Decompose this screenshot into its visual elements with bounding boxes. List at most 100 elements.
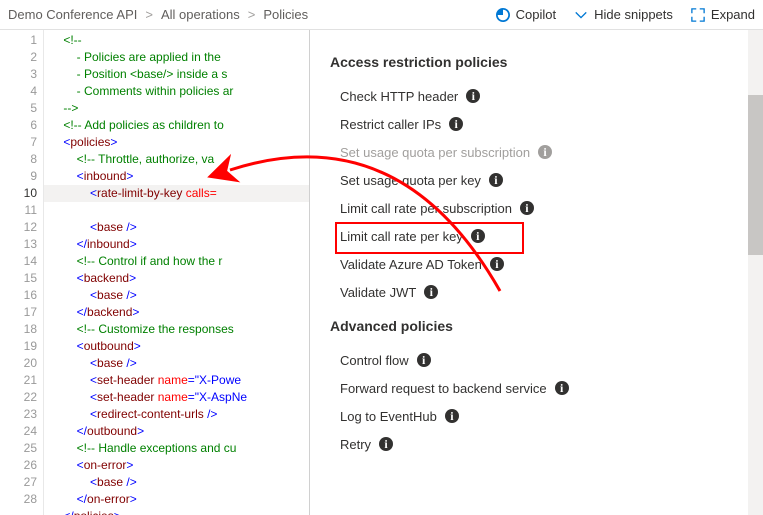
code-editor[interactable]: 1234567891011121314151617181920212223242… [0, 30, 310, 515]
line-gutter: 1234567891011121314151617181920212223242… [0, 30, 44, 515]
policy-label: Retry [340, 437, 371, 452]
scrollbar-thumb[interactable] [748, 95, 763, 255]
line-number: 3 [0, 66, 37, 83]
policy-label: Forward request to backend service [340, 381, 547, 396]
code-line[interactable]: <inbound> [50, 169, 133, 183]
code-line[interactable]: --> [50, 101, 78, 115]
info-icon[interactable]: i [417, 353, 431, 367]
line-number: 12 [0, 219, 37, 236]
line-number: 24 [0, 423, 37, 440]
expand-icon [691, 8, 705, 22]
code-line[interactable]: </inbound> [50, 237, 137, 251]
info-icon[interactable]: i [520, 201, 534, 215]
code-content[interactable]: <!-- - Policies are applied in the - Pos… [44, 30, 309, 515]
code-line[interactable]: <!-- Add policies as children to [50, 118, 224, 132]
line-number: 17 [0, 304, 37, 321]
info-icon[interactable]: i [538, 145, 552, 159]
code-line[interactable]: <outbound> [50, 339, 141, 353]
code-line[interactable]: <!-- Handle exceptions and cu [50, 441, 236, 455]
group-access-restriction-title: Access restriction policies [330, 54, 728, 70]
info-icon[interactable]: i [489, 173, 503, 187]
policy-label: Limit call rate per subscription [340, 201, 512, 216]
line-number: 9 [0, 168, 37, 185]
policy-item[interactable]: Check HTTP header i [330, 82, 728, 110]
line-number: 2 [0, 49, 37, 66]
policy-item[interactable]: Validate JWT i [330, 278, 728, 306]
policy-item[interactable]: Forward request to backend service i [330, 374, 728, 402]
breadcrumb-api[interactable]: Demo Conference API [8, 7, 137, 22]
code-line[interactable]: </backend> [50, 305, 139, 319]
policy-item[interactable]: Limit call rate per keyi [330, 222, 728, 250]
policy-item[interactable]: Log to EventHub i [330, 402, 728, 430]
breadcrumb-operations[interactable]: All operations [161, 7, 240, 22]
info-icon[interactable]: i [379, 437, 393, 451]
code-line[interactable]: <set-header name="X-Powe [50, 373, 241, 387]
snippets-panel: Access restriction policies Check HTTP h… [310, 30, 740, 515]
copilot-button[interactable]: Copilot [496, 7, 556, 22]
policy-label: Check HTTP header [340, 89, 458, 104]
code-line[interactable]: - Position <base/> inside a s [50, 67, 227, 81]
code-line[interactable]: </outbound> [50, 424, 144, 438]
line-number: 26 [0, 457, 37, 474]
breadcrumb-sep: > [246, 7, 258, 22]
hide-snippets-button[interactable]: Hide snippets [574, 7, 673, 22]
policy-item[interactable]: Restrict caller IPs i [330, 110, 728, 138]
code-line[interactable]: <backend> [50, 271, 136, 285]
line-number: 14 [0, 253, 37, 270]
policy-label: Control flow [340, 353, 409, 368]
copilot-label: Copilot [516, 7, 556, 22]
expand-button[interactable]: Expand [691, 7, 755, 22]
breadcrumb-sep: > [143, 7, 155, 22]
policy-item: Set usage quota per subscriptioni [330, 138, 728, 166]
policy-item[interactable]: Limit call rate per subscription i [330, 194, 728, 222]
line-number: 6 [0, 117, 37, 134]
code-line[interactable]: </policies> [50, 509, 121, 515]
info-icon[interactable]: i [471, 229, 485, 243]
line-number: 22 [0, 389, 37, 406]
line-number: 8 [0, 151, 37, 168]
line-number: 19 [0, 338, 37, 355]
info-icon[interactable]: i [466, 89, 480, 103]
info-icon[interactable]: i [555, 381, 569, 395]
code-line[interactable]: <rate-limit-by-key calls= [44, 185, 309, 202]
group-access-restriction: Check HTTP headeriRestrict caller IPsiSe… [330, 82, 728, 306]
policy-item[interactable]: Control flow i [330, 346, 728, 374]
code-line[interactable]: </on-error> [50, 492, 137, 506]
code-line[interactable]: <!-- Customize the responses [50, 322, 234, 336]
policy-item[interactable]: Set usage quota per keyi [330, 166, 728, 194]
line-number: 13 [0, 236, 37, 253]
info-icon[interactable]: i [449, 117, 463, 131]
group-advanced: Control flowiForward request to backend … [330, 346, 728, 458]
info-icon[interactable]: i [445, 409, 459, 423]
code-line[interactable]: <!-- Control if and how the r [50, 254, 222, 268]
code-line[interactable]: <redirect-content-urls /> [50, 407, 217, 421]
line-number: 1 [0, 32, 37, 49]
line-number: 4 [0, 83, 37, 100]
info-icon[interactable]: i [490, 257, 504, 271]
policy-label: Restrict caller IPs [340, 117, 441, 132]
code-line[interactable]: <on-error> [50, 458, 133, 472]
line-number: 15 [0, 270, 37, 287]
code-line[interactable]: <base /> [50, 288, 137, 302]
code-line[interactable]: <base /> [50, 220, 137, 234]
code-line[interactable]: - Policies are applied in the [50, 50, 221, 64]
policy-label: Log to EventHub [340, 409, 437, 424]
policy-item[interactable]: Validate Azure AD Token i [330, 250, 728, 278]
info-icon[interactable]: i [424, 285, 438, 299]
policy-label: Validate JWT [340, 285, 416, 300]
policy-item[interactable]: Retryi [330, 430, 728, 458]
code-line[interactable]: <!-- [50, 33, 82, 47]
breadcrumb: Demo Conference API > All operations > P… [8, 7, 308, 22]
policy-label: Validate Azure AD Token [340, 257, 482, 272]
code-line[interactable]: <base /> [50, 475, 137, 489]
code-line[interactable]: <base /> [50, 356, 137, 370]
code-line[interactable]: <policies> [50, 135, 117, 149]
line-number: 10 [0, 185, 37, 202]
chevron-down-icon [574, 8, 588, 22]
line-number: 5 [0, 100, 37, 117]
code-line[interactable]: - Comments within policies ar [50, 84, 233, 98]
code-line[interactable]: <!-- Throttle, authorize, va [50, 152, 214, 166]
code-line[interactable]: <set-header name="X-AspNe [50, 390, 247, 404]
line-number: 11 [0, 202, 37, 219]
breadcrumb-policies[interactable]: Policies [263, 7, 308, 22]
